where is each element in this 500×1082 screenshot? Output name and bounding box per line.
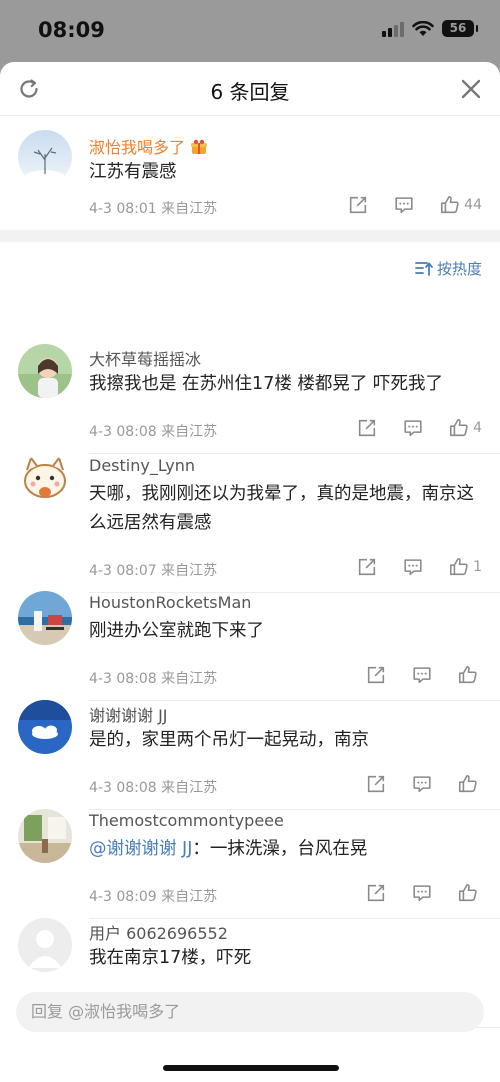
- avatar[interactable]: [18, 591, 72, 645]
- comment-meta: 4-3 08:07 来自江苏: [89, 563, 218, 579]
- comment-button[interactable]: [393, 194, 415, 216]
- thumbs-up-icon: [450, 557, 468, 576]
- avatar[interactable]: [18, 700, 72, 754]
- comment-username[interactable]: Themostcommontypeee: [89, 811, 284, 830]
- comment-username[interactable]: 大杯草莓摇摇冰: [89, 346, 201, 370]
- share-button[interactable]: [356, 417, 378, 439]
- comment-button[interactable]: [402, 556, 424, 578]
- comment-meta: 4-3 08:08 来自江苏: [89, 780, 218, 796]
- reply-input[interactable]: 回复 @淑怡我喝多了: [16, 992, 484, 1032]
- comment-text: 江苏有震感: [89, 162, 177, 182]
- like-button[interactable]: [457, 664, 482, 686]
- comment-actions: 4: [356, 417, 482, 439]
- comment-actions: 44: [347, 194, 482, 216]
- status-icons: 56: [382, 20, 478, 37]
- like-button[interactable]: 44: [439, 194, 482, 216]
- comment-actions: [365, 664, 482, 686]
- avatar[interactable]: [18, 454, 72, 508]
- mention-link[interactable]: @谢谢谢谢 JJ: [89, 839, 192, 859]
- comment-actions: 1: [356, 556, 482, 578]
- comment-meta: 4-3 08:08 来自江苏: [89, 671, 218, 687]
- comment-button[interactable]: [411, 773, 433, 795]
- comment-meta: 4-3 08:08 来自江苏: [89, 424, 218, 440]
- comment-text: 我擦我也是 在苏州住17楼 楼都晃了 吓死我了: [89, 370, 482, 399]
- like-button[interactable]: [457, 773, 482, 795]
- home-indicator: [163, 1065, 339, 1071]
- share-icon: [367, 775, 385, 793]
- share-button[interactable]: [365, 882, 387, 904]
- battery-icon: 56: [442, 20, 478, 37]
- like-count: 4: [473, 420, 482, 436]
- thumbs-up-icon: [441, 195, 459, 214]
- thumbs-up-icon: [458, 665, 477, 684]
- avatar[interactable]: [18, 344, 72, 398]
- sort-hot-button[interactable]: 按热度: [415, 258, 482, 279]
- comment-meta: 4-3 08:09 来自江苏: [89, 889, 218, 905]
- comment-username[interactable]: 淑怡我喝多了: [89, 134, 208, 158]
- comment-icon: [413, 885, 431, 902]
- sort-label: 按热度: [436, 260, 482, 278]
- comment-text-body: ：一抹洗澡，台风在晃: [192, 839, 368, 859]
- comment-icon: [404, 559, 422, 576]
- comment-meta: 4-3 08:01 来自江苏: [89, 201, 218, 217]
- share-button[interactable]: [347, 194, 369, 216]
- comment-text-body: 天哪，我刚刚还以为我晕了，真的是地震，南京这么远居然有震感: [89, 484, 474, 533]
- avatar[interactable]: [18, 809, 72, 863]
- avatar[interactable]: [18, 918, 72, 972]
- thumbs-up-icon: [458, 883, 477, 902]
- comment-text-body: 是的，家里两个吊灯一起晃动，南京: [89, 730, 369, 750]
- thumbs-up-icon: [450, 418, 468, 437]
- like-button[interactable]: [457, 882, 482, 904]
- divider: [89, 918, 500, 919]
- comment-username[interactable]: 谢谢谢谢 JJ: [89, 702, 168, 726]
- comment-icon: [404, 420, 422, 437]
- share-icon: [367, 884, 385, 902]
- like-count: 44: [464, 197, 482, 213]
- share-button[interactable]: [365, 773, 387, 795]
- share-button[interactable]: [356, 556, 378, 578]
- share-button[interactable]: [365, 664, 387, 686]
- like-button[interactable]: 4: [448, 417, 482, 439]
- comment-text: 是的，家里两个吊灯一起晃动，南京: [89, 726, 482, 755]
- comment-username[interactable]: 用户 6062696552: [89, 920, 228, 944]
- like-button[interactable]: 1: [448, 556, 482, 578]
- comment-text-body: 我擦我也是 在苏州住17楼 楼都晃了 吓死我了: [89, 374, 443, 394]
- comment-text: 刚进办公室就跑下来了: [89, 617, 482, 646]
- status-time: 08:09: [38, 18, 105, 42]
- signal-icon: [382, 21, 404, 37]
- sort-icon: [415, 261, 433, 276]
- replies-sheet: 6 条回复 淑怡我喝多了 江苏有震感 4-3 08:01 来自江苏 44 按热度…: [0, 62, 500, 1082]
- comment-actions: [365, 882, 482, 904]
- comment-icon: [413, 776, 431, 793]
- comment-username[interactable]: Destiny_Lynn: [89, 456, 195, 475]
- comment-button[interactable]: [402, 417, 424, 439]
- section-gap: [0, 230, 500, 242]
- status-bar: 08:09 56: [0, 0, 500, 62]
- comment-icon: [395, 197, 413, 214]
- comment-button[interactable]: [411, 664, 433, 686]
- comment-username[interactable]: HoustonRocketsMan: [89, 593, 251, 612]
- share-icon: [367, 666, 385, 684]
- comment-actions: [365, 773, 482, 795]
- gift-badge-icon: [190, 139, 208, 155]
- divider: [89, 809, 500, 810]
- share-icon: [358, 419, 376, 437]
- comment-text: @谢谢谢谢 JJ：一抹洗澡，台风在晃: [89, 835, 482, 864]
- main-comment: 淑怡我喝多了 江苏有震感 4-3 08:01 来自江苏 44: [0, 62, 500, 230]
- avatar[interactable]: [18, 130, 72, 184]
- comment-text-body: 刚进办公室就跑下来了: [89, 621, 264, 641]
- comment-icon: [413, 667, 431, 684]
- divider: [89, 700, 500, 701]
- share-icon: [350, 196, 367, 214]
- like-count: 1: [473, 559, 482, 575]
- comment-text: 我在南京17楼，吓死: [89, 944, 482, 973]
- comment-button[interactable]: [411, 882, 433, 904]
- share-icon: [358, 558, 376, 576]
- divider: [89, 453, 500, 454]
- comment-text-body: 我在南京17楼，吓死: [89, 948, 252, 968]
- wifi-icon: [412, 20, 434, 36]
- comment-text: 天哪，我刚刚还以为我晕了，真的是地震，南京这么远居然有震感: [89, 480, 482, 538]
- thumbs-up-icon: [458, 774, 477, 793]
